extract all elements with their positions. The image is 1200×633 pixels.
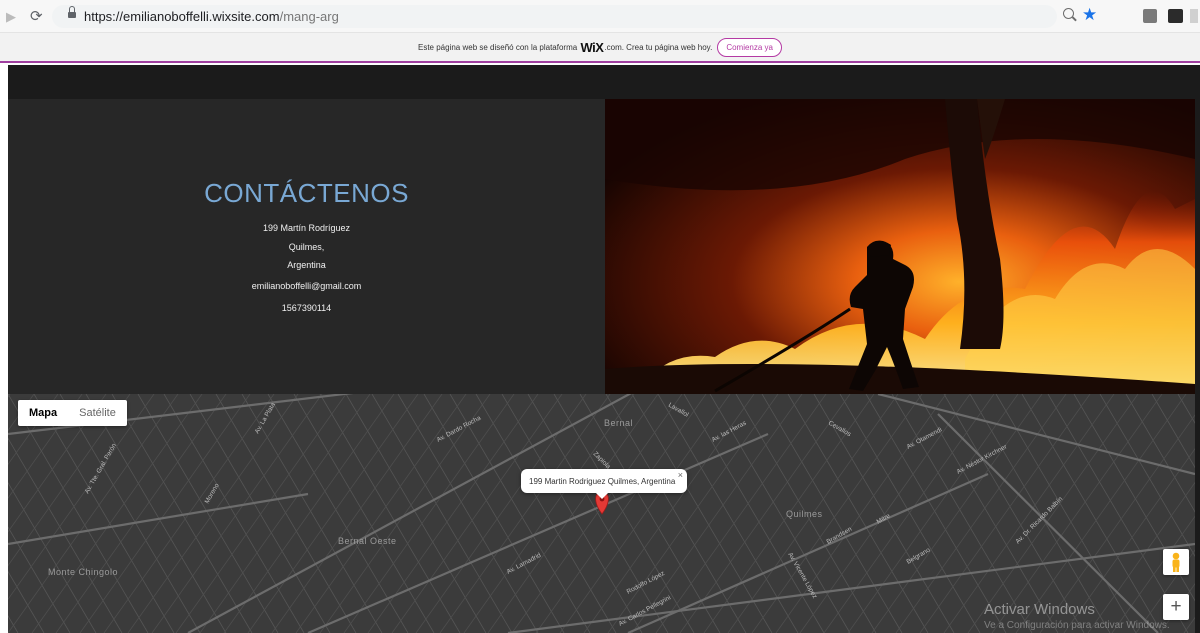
contact-title: CONTÁCTENOS — [204, 178, 409, 208]
wix-banner-text-after: .com. Crea tu página web hoy. — [604, 42, 713, 52]
contact-panel: CONTÁCTENOS 199 Martín Rodríguez Quilmes… — [8, 99, 605, 394]
street-view-pegman-icon[interactable] — [1163, 549, 1189, 575]
url-path: /mang-arg — [279, 9, 339, 24]
info-window-text: 199 Martin Rodriguez Quilmes, Argentina — [529, 477, 676, 486]
map-view[interactable]: Bernal Bernal Oeste Quilmes Monte Chingo… — [8, 394, 1195, 633]
contact-address-line1: 199 Martín Rodríguez — [262, 223, 351, 233]
close-icon[interactable]: × — [678, 470, 683, 480]
zoom-in-button[interactable]: + — [1163, 594, 1189, 620]
map-type-satellite-button[interactable]: Satélite — [68, 400, 127, 426]
wix-banner: Este página web se diseñó con la platafo… — [0, 33, 1200, 63]
reload-icon[interactable]: ⟳ — [30, 7, 43, 25]
browser-toolbar: ▶ ⟳ https://emilianoboffelli.wixsite.com… — [0, 0, 1200, 33]
contact-email[interactable]: emilianoboffelli@gmail.com — [8, 281, 605, 291]
area-quilmes: Quilmes — [786, 509, 823, 519]
map-type-map-button[interactable]: Mapa — [18, 400, 68, 426]
contact-address-line3: Argentina — [287, 260, 326, 270]
extension-icon[interactable] — [1143, 9, 1157, 23]
map-info-window: 199 Martin Rodriguez Quilmes, Argentina … — [521, 469, 687, 499]
forward-icon[interactable]: ▶ — [6, 9, 16, 25]
contact-phone: 1567390114 — [281, 303, 332, 313]
extension-icon[interactable] — [1190, 9, 1198, 23]
extension-icon[interactable] — [1168, 9, 1183, 23]
lock-icon — [68, 6, 76, 18]
windows-activation-subtitle: Ve a Configuración para activar Windows. — [984, 620, 1170, 631]
area-monte-chingolo: Monte Chingolo — [48, 567, 118, 577]
wix-banner-text: Este página web se diseñó con la platafo… — [417, 42, 578, 52]
area-bernal: Bernal — [604, 418, 633, 428]
start-now-button[interactable]: Comienza ya — [717, 37, 782, 57]
url-text[interactable]: https://emilianoboffelli.wixsite.com/man… — [84, 9, 339, 24]
address-bar[interactable]: https://emilianoboffelli.wixsite.com/man… — [52, 5, 1057, 28]
wix-logo[interactable]: WiX — [580, 40, 603, 55]
contact-address-line2: Quilmes, — [288, 242, 325, 252]
firefighter-image — [605, 99, 1195, 394]
url-domain: https://emilianoboffelli.wixsite.com — [84, 9, 280, 24]
zoom-icon[interactable] — [1063, 8, 1074, 19]
area-bernal-oeste: Bernal Oeste — [338, 536, 397, 546]
windows-activation-title: Activar Windows — [984, 601, 1095, 618]
star-icon[interactable]: ★ — [1082, 5, 1097, 25]
map-type-control: Mapa Satélite — [18, 400, 127, 426]
